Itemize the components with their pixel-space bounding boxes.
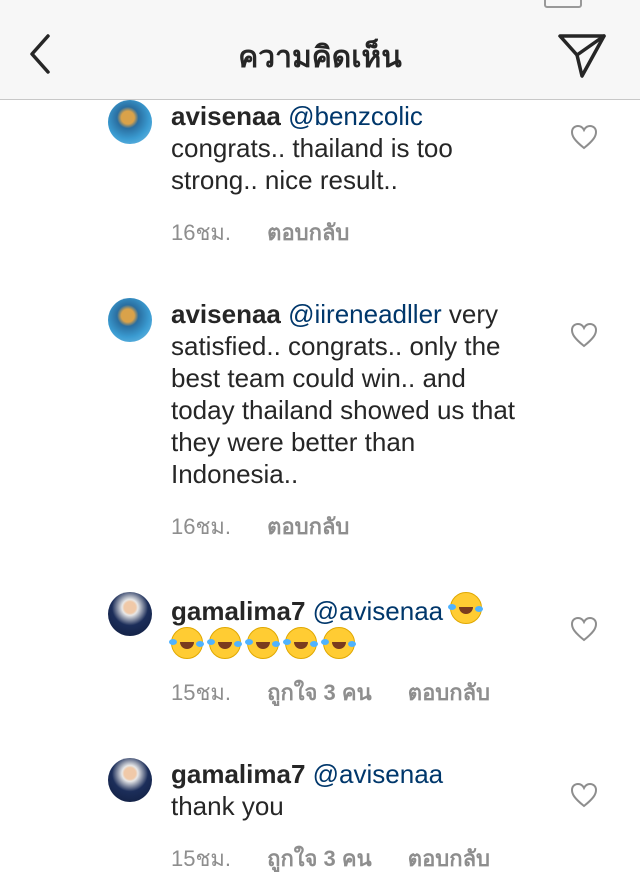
- likes-count[interactable]: ถูกใจ 3 คน: [267, 846, 372, 871]
- comment-meta: 16ชม. ตอบกลับ: [171, 215, 379, 250]
- reply-button[interactable]: ตอบกลับ: [267, 220, 349, 245]
- comment-meta: 15ชม. ถูกใจ 3 คน ตอบกลับ: [171, 841, 520, 876]
- avatar[interactable]: [108, 298, 152, 342]
- rolling-laughing-emoji: [448, 592, 483, 624]
- battery-icon: [544, 0, 582, 8]
- comment-time: 16ชม.: [171, 220, 232, 245]
- page-title: ความคิดเห็น: [238, 41, 402, 74]
- comment-username[interactable]: avisenaa: [171, 101, 281, 131]
- rolling-laughing-emoji: [321, 627, 355, 659]
- heart-icon[interactable]: [570, 322, 598, 348]
- status-bar: [0, 0, 640, 8]
- comment-time: 16ชม.: [171, 514, 232, 539]
- rolling-laughing-emoji: [245, 627, 279, 659]
- comment-meta: 15ชม. ถูกใจ 3 คน ตอบกลับ: [171, 675, 520, 710]
- likes-count[interactable]: ถูกใจ 3 คน: [267, 680, 372, 705]
- comment-username[interactable]: gamalima7: [171, 759, 305, 789]
- rolling-laughing-emoji: [169, 627, 203, 659]
- comment-body: thank you: [171, 791, 284, 821]
- avatar[interactable]: [108, 758, 152, 802]
- comment-text: gamalima7 @avisenaa thank you: [171, 758, 531, 822]
- comment-mention[interactable]: @avisenaa: [313, 759, 443, 789]
- avatar[interactable]: [108, 100, 152, 144]
- rolling-laughing-emoji: [283, 627, 317, 659]
- reply-button[interactable]: ตอบกลับ: [408, 846, 490, 871]
- comment-time: 15ชม.: [171, 680, 232, 705]
- comment-meta: 16ชม. ตอบกลับ: [171, 509, 379, 544]
- heart-icon[interactable]: [570, 782, 598, 808]
- heart-icon[interactable]: [570, 616, 598, 642]
- comment-text: avisenaa @benzcolic congrats.. thailand …: [171, 100, 531, 196]
- comment-mention[interactable]: @avisenaa: [313, 596, 443, 626]
- header-bar: ความคิดเห็น: [0, 8, 640, 100]
- comment-mention[interactable]: @iireneadller: [288, 299, 442, 329]
- comment-username[interactable]: avisenaa: [171, 299, 281, 329]
- comment-text: avisenaa @iireneadller very satisfied.. …: [171, 298, 533, 490]
- comment-username[interactable]: gamalima7: [171, 596, 305, 626]
- comment-mention[interactable]: @benzcolic: [288, 101, 423, 131]
- comment-text: gamalima7 @avisenaa: [169, 592, 531, 662]
- comment-time: 15ชม.: [171, 846, 232, 871]
- heart-icon[interactable]: [570, 124, 598, 150]
- reply-button[interactable]: ตอบกลับ: [267, 514, 349, 539]
- paper-plane-icon[interactable]: [556, 30, 608, 80]
- comment-body: congrats.. thailand is too strong.. nice…: [171, 133, 453, 195]
- rolling-laughing-emoji: [207, 627, 241, 659]
- avatar[interactable]: [108, 592, 152, 636]
- reply-button[interactable]: ตอบกลับ: [408, 680, 490, 705]
